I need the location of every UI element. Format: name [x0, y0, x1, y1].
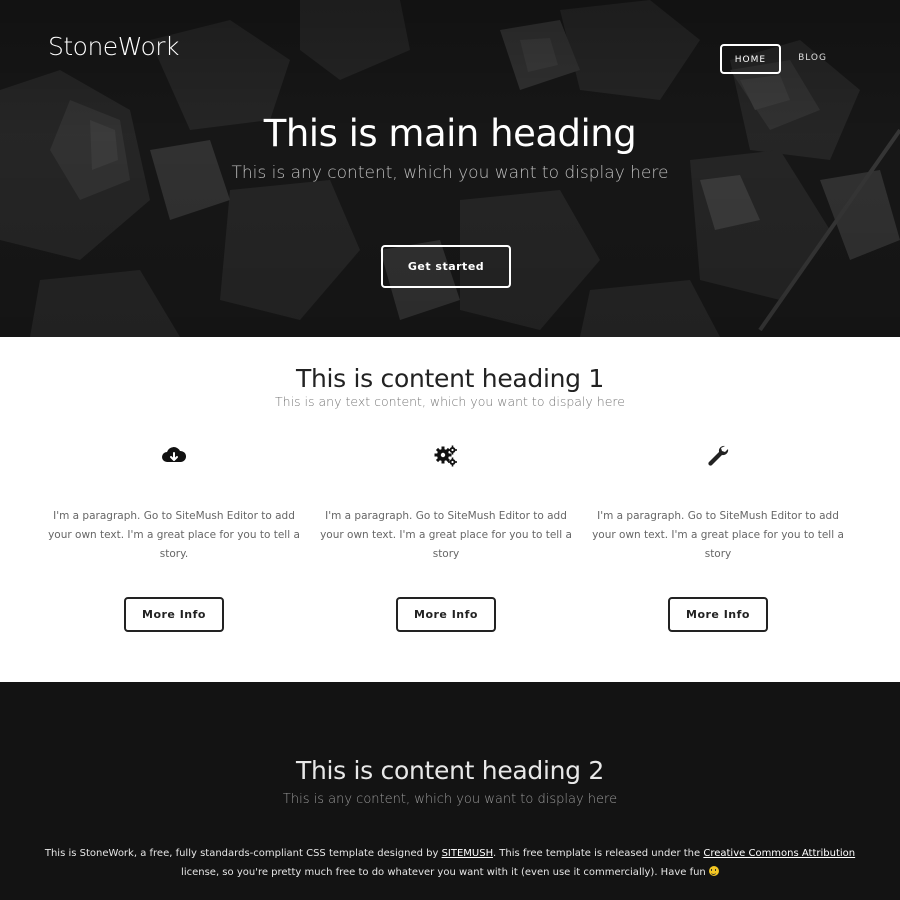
main-nav: HOME BLOG: [719, 44, 840, 74]
section-2-title: This is content heading 2: [295, 756, 605, 785]
section-2-paragraph: This is StoneWork, a free, fully standar…: [40, 844, 860, 882]
get-started-button[interactable]: Get started: [381, 245, 511, 288]
hero-subtitle: This is any content, which you want to d…: [231, 163, 669, 183]
section-2-subtitle: This is any content, which you want to d…: [282, 792, 618, 807]
cloud-download-icon: [162, 447, 187, 462]
feature-paragraph: I'm a paragraph. Go to SiteMush Editor t…: [320, 510, 572, 560]
paragraph-text: . This free template is released under t…: [492, 848, 704, 859]
more-info-button[interactable]: More Info: [668, 597, 768, 632]
nav-item-home[interactable]: HOME: [719, 44, 782, 74]
hero-section: StoneWork HOME BLOG This is main heading…: [0, 0, 900, 337]
content-section-2: This is content heading 2 This is any co…: [0, 682, 900, 900]
gears-icon: [434, 445, 457, 467]
section-1-title: This is content heading 1: [295, 364, 605, 393]
nav-item-blog[interactable]: BLOG: [785, 44, 840, 74]
paragraph-text: This is StoneWork, a free, fully standar…: [44, 848, 442, 859]
site-logo[interactable]: StoneWork: [48, 32, 180, 61]
feature-paragraph: I'm a paragraph. Go to SiteMush Editor t…: [48, 510, 300, 560]
more-info-button[interactable]: More Info: [124, 597, 224, 632]
creative-commons-link[interactable]: Creative Commons Attribution: [703, 848, 855, 859]
feature-column: I'm a paragraph. Go to SiteMush Editor t…: [38, 437, 310, 632]
feature-column: I'm a paragraph. Go to SiteMush Editor t…: [310, 437, 582, 632]
hero-title: This is main heading: [263, 112, 637, 155]
more-info-button[interactable]: More Info: [396, 597, 496, 632]
section-1-subtitle: This is any text content, which you want…: [275, 394, 625, 409]
paragraph-text: license, so you're pretty much free to d…: [181, 867, 709, 878]
smiley-icon: [708, 866, 719, 876]
content-section-1: This is content heading 1 This is any te…: [0, 337, 900, 682]
feature-paragraph: I'm a paragraph. Go to SiteMush Editor t…: [592, 510, 844, 560]
feature-column: I'm a paragraph. Go to SiteMush Editor t…: [582, 437, 854, 632]
wrench-icon: [708, 445, 729, 466]
sitemush-link[interactable]: SITEMUSH: [442, 848, 493, 859]
